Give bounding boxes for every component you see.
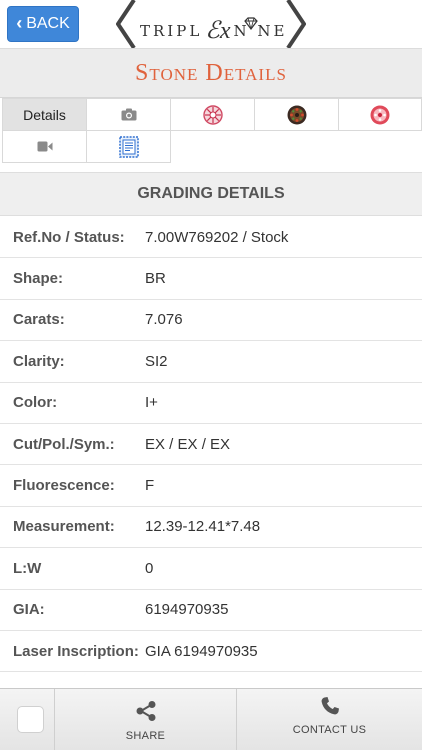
share-button[interactable]: SHARE	[55, 689, 237, 750]
diamond-red-icon	[370, 105, 390, 124]
section-title: GRADING DETAILS	[137, 185, 285, 202]
camera-icon	[121, 108, 136, 121]
detail-value: I+	[145, 394, 158, 412]
detail-row-measurement: Measurement: 12.39-12.41*7.48	[0, 507, 422, 549]
detail-row-cut: Cut/Pol./Sym.: EX / EX / EX	[0, 424, 422, 466]
diamond-heart-icon	[202, 104, 223, 125]
detail-value: SI2	[145, 352, 168, 370]
tab-ideal-image[interactable]	[338, 98, 422, 131]
tab-video[interactable]	[2, 130, 87, 163]
detail-row-laser: Laser Inscription: GIA 6194970935	[0, 631, 422, 673]
detail-label: L:W	[13, 559, 42, 577]
detail-row-carats: Carats: 7.076	[0, 300, 422, 342]
section-header: GRADING DETAILS	[0, 172, 422, 216]
detail-row-clarity: Clarity: SI2	[0, 341, 422, 383]
share-icon	[136, 701, 155, 721]
detail-row-color: Color: I+	[0, 383, 422, 424]
select-checkbox[interactable]	[17, 706, 44, 733]
detail-value: BR	[145, 270, 166, 288]
detail-value: EX / EX / EX	[145, 435, 231, 453]
contact-us-label: CONTACT US	[292, 724, 367, 736]
brand-logo: TRIPL ℰx N NE	[116, 0, 306, 48]
detail-row-ref: Ref.No / Status: 7.00W769202 / Stock	[0, 217, 422, 259]
bottom-toolbar: SHARE CONTACT US	[0, 688, 422, 750]
detail-label: Color:	[13, 394, 58, 412]
select-checkbox-cell	[0, 689, 55, 750]
title-bar: Stone Details	[0, 48, 422, 98]
contact-us-button[interactable]: CONTACT US	[237, 689, 422, 750]
app-header: ‹ BACK TRIPL ℰx N NE	[0, 0, 422, 48]
detail-label: Fluorescence:	[13, 477, 115, 495]
detail-label: Shape:	[13, 270, 64, 288]
logo-text: TRIPL ℰx N NE	[140, 18, 288, 44]
detail-label: Cut/Pol./Sym.:	[13, 435, 115, 453]
tab-aset-image[interactable]	[254, 98, 339, 131]
tab-certificate[interactable]	[86, 130, 171, 163]
detail-label: GIA:	[13, 601, 45, 619]
detail-label: Ref.No / Status:	[13, 228, 125, 246]
detail-value: 0	[145, 559, 154, 577]
detail-label: Laser Inscription:	[13, 642, 139, 660]
back-button[interactable]: ‹ BACK	[7, 6, 79, 42]
tab-details-label: Details	[23, 106, 66, 123]
diamond-dark-icon	[287, 105, 306, 124]
phone-icon	[321, 697, 339, 715]
detail-value: 7.076	[145, 311, 183, 329]
tab-heart-image[interactable]	[170, 98, 255, 131]
tab-details[interactable]: Details	[2, 98, 87, 131]
detail-label: Clarity:	[13, 352, 65, 370]
tab-photo[interactable]	[86, 98, 171, 131]
detail-value: GIA 6194970935	[145, 642, 258, 660]
detail-value: 7.00W769202 / Stock	[145, 228, 289, 246]
detail-value: 12.39-12.41*7.48	[145, 518, 261, 536]
share-label: SHARE	[125, 730, 166, 742]
detail-row-lw: L:W 0	[0, 548, 422, 590]
detail-value: F	[145, 477, 155, 495]
detail-row-gia: GIA: 6194970935	[0, 590, 422, 631]
back-button-label: BACK	[26, 15, 70, 32]
details-list: Ref.No / Status: 7.00W769202 / Stock Sha…	[0, 217, 422, 673]
detail-label: Measurement:	[13, 518, 115, 536]
certificate-icon	[118, 135, 139, 158]
detail-row-shape: Shape: BR	[0, 258, 422, 300]
chevron-left-icon: ‹	[16, 13, 23, 33]
detail-value: 6194970935	[145, 601, 229, 619]
detail-row-fluorescence: Fluorescence: F	[0, 465, 422, 507]
video-icon	[37, 141, 52, 152]
detail-label: Carats:	[13, 311, 65, 329]
page-title: Stone Details	[135, 59, 287, 86]
